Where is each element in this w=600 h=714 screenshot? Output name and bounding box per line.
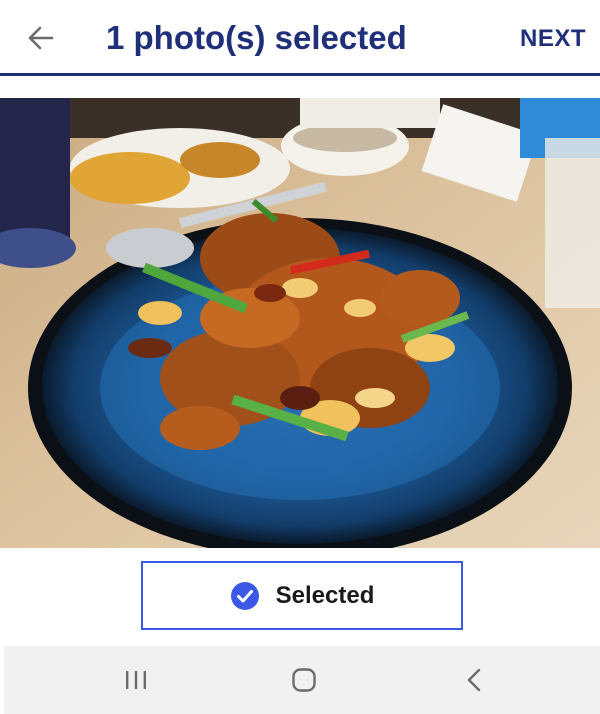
system-nav-bar — [4, 646, 600, 714]
home-icon — [292, 668, 316, 692]
page-title: 1 photo(s) selected — [106, 19, 407, 56]
back-button[interactable] — [22, 20, 58, 56]
app-bar: 1 photo(s) selected NEXT — [0, 0, 600, 76]
back-chevron-icon — [467, 668, 481, 692]
check-circle-icon — [230, 581, 259, 610]
home-button[interactable] — [286, 664, 322, 696]
system-back-button[interactable] — [456, 664, 492, 696]
next-button[interactable]: NEXT — [514, 22, 592, 56]
recents-icon — [126, 671, 146, 689]
recents-button[interactable] — [118, 664, 154, 696]
arrow-left-icon — [28, 26, 54, 50]
selected-toggle-button[interactable]: Selected — [141, 561, 463, 630]
selected-photo[interactable] — [0, 98, 600, 548]
selected-label: Selected — [275, 581, 375, 609]
